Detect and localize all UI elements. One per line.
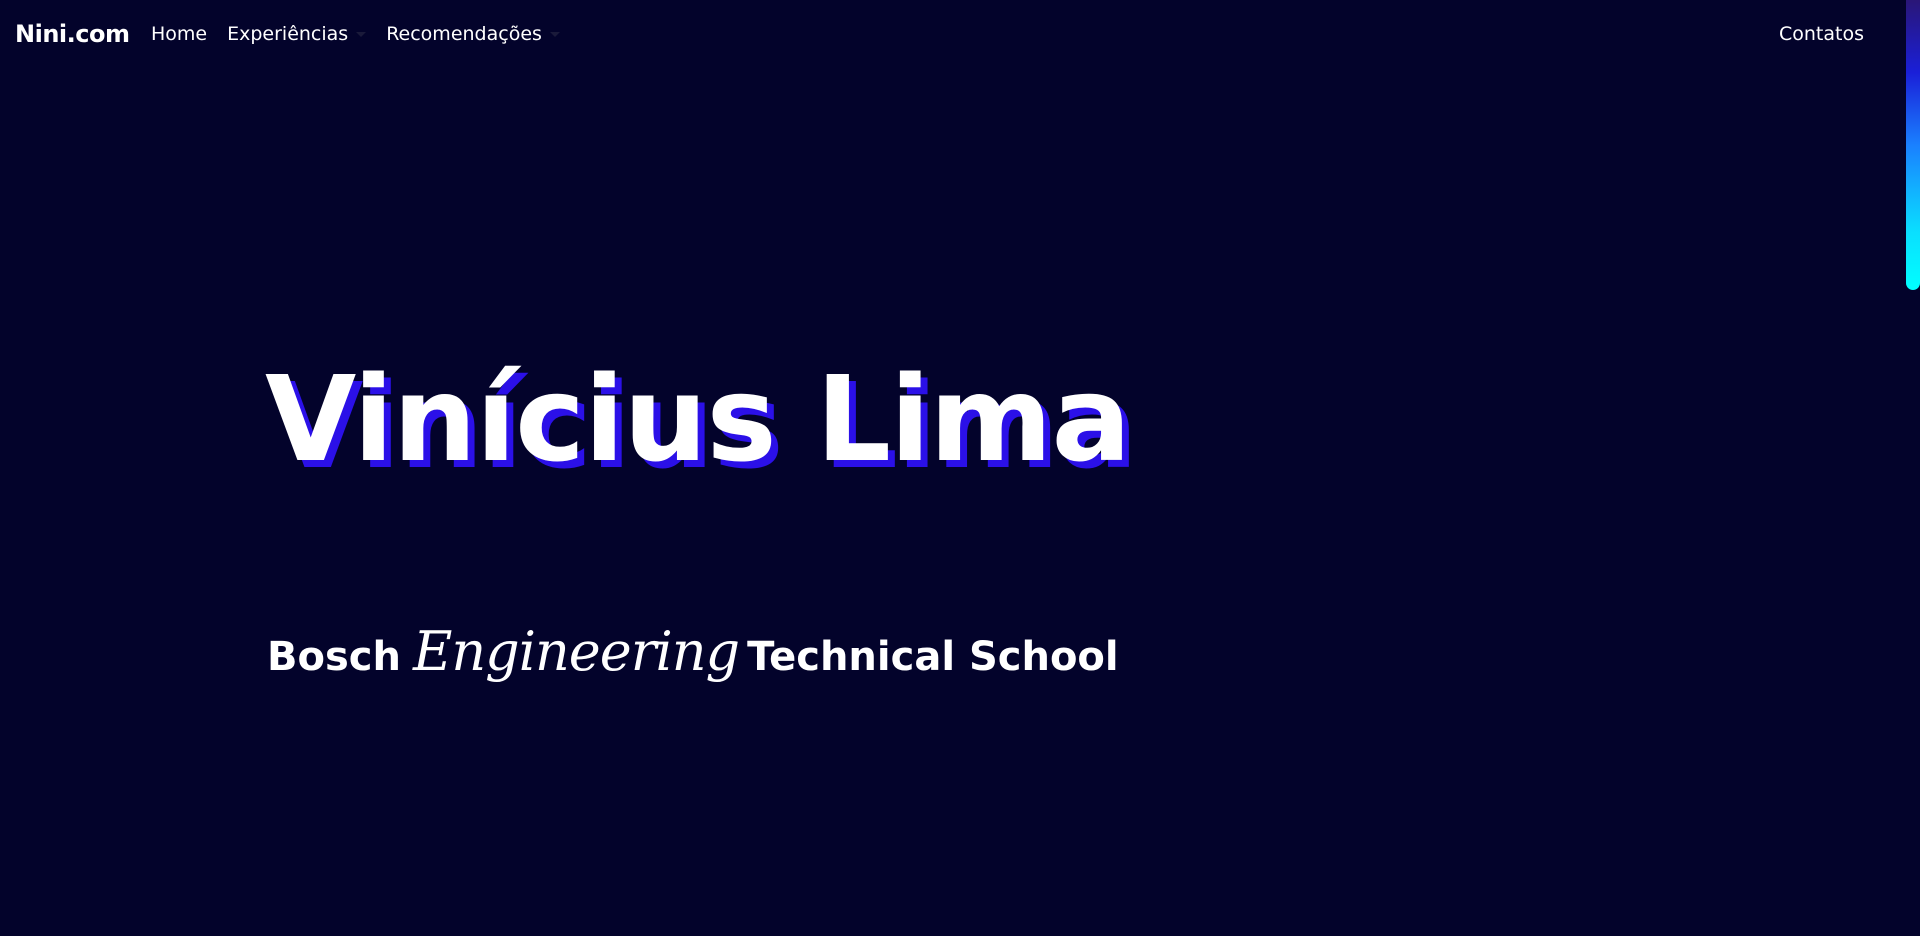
hero-name: Vinícius Lima — [265, 350, 1131, 488]
hero-subtitle-part2: Technical School — [747, 634, 1119, 680]
caret-down-icon — [356, 31, 367, 37]
nav-dropdown-experiencias-label: Experiências — [227, 23, 349, 45]
nav-dropdown-recomendacoes[interactable]: Recomendações — [386, 23, 560, 45]
caret-down-icon — [549, 31, 560, 37]
nav-link-home[interactable]: Home — [151, 23, 207, 45]
nav-links: Home Experiências Recomendações — [151, 23, 580, 45]
scrollbar[interactable] — [1904, 0, 1920, 936]
nav-link-contatos[interactable]: Contatos — [1779, 23, 1864, 45]
hero-subtitle: Bosch Engineering Technical School — [267, 620, 1119, 683]
scrollbar-thumb[interactable] — [1906, 0, 1920, 290]
nav-dropdown-experiencias[interactable]: Experiências — [227, 23, 367, 45]
hero-subtitle-script: Engineering — [412, 620, 740, 683]
hero-subtitle-part1: Bosch — [267, 634, 401, 680]
page: Nini.com Home Experiências Recomendações… — [0, 0, 1920, 936]
nav-dropdown-recomendacoes-label: Recomendações — [386, 23, 542, 45]
navbar: Nini.com Home Experiências Recomendações… — [0, 0, 1904, 70]
nav-link-home-label: Home — [151, 23, 208, 45]
brand-logo[interactable]: Nini.com — [15, 20, 130, 48]
